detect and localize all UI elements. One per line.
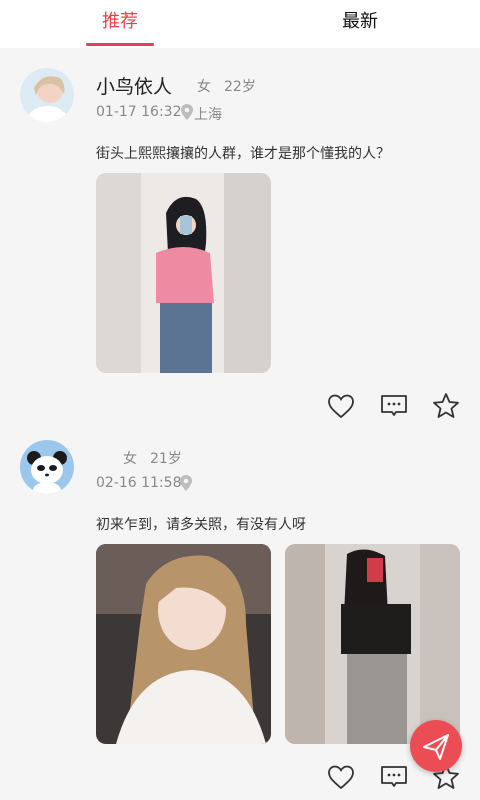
paper-plane-icon bbox=[423, 734, 449, 760]
post-time: 02-16 11:58 bbox=[96, 475, 182, 491]
username[interactable]: 小鸟依人 bbox=[96, 72, 172, 99]
post-photo[interactable] bbox=[285, 544, 460, 744]
post-card: 小鸟依人 女 22岁 01-17 16:32 上海 街头上熙熙攘攘的人群，谁才是… bbox=[0, 48, 480, 440]
star-icon[interactable] bbox=[431, 391, 461, 421]
post-card: 女 21岁 02-16 11:58 初来乍到，请多关照，有没有人呀 bbox=[0, 440, 480, 800]
tab-latest[interactable]: 最新 bbox=[290, 0, 430, 48]
gender-label: 女 bbox=[197, 79, 211, 95]
comment-icon[interactable] bbox=[379, 391, 409, 421]
age-label: 22岁 bbox=[224, 79, 256, 95]
avatar[interactable] bbox=[20, 440, 74, 494]
location-label: 上海 bbox=[194, 107, 222, 123]
top-tab-bar: 推荐 最新 bbox=[0, 0, 480, 48]
post-photo[interactable] bbox=[96, 544, 271, 744]
heart-icon[interactable] bbox=[326, 762, 356, 792]
heart-icon[interactable] bbox=[326, 391, 356, 421]
post-photo[interactable] bbox=[96, 173, 271, 373]
location-pin-icon bbox=[181, 104, 193, 120]
post-text: 初来乍到，请多关照，有没有人呀 bbox=[96, 517, 306, 533]
gender-label: 女 bbox=[123, 451, 137, 467]
age-label: 21岁 bbox=[150, 451, 182, 467]
comment-icon[interactable] bbox=[379, 762, 409, 792]
active-tab-indicator bbox=[86, 43, 154, 46]
send-post-button[interactable] bbox=[410, 720, 462, 772]
tab-recommended[interactable]: 推荐 bbox=[50, 0, 190, 48]
location-pin-icon bbox=[180, 475, 192, 491]
post-text: 街头上熙熙攘攘的人群，谁才是那个懂我的人？ bbox=[96, 146, 390, 162]
post-time: 01-17 16:32 bbox=[96, 104, 182, 120]
avatar[interactable] bbox=[20, 68, 74, 122]
